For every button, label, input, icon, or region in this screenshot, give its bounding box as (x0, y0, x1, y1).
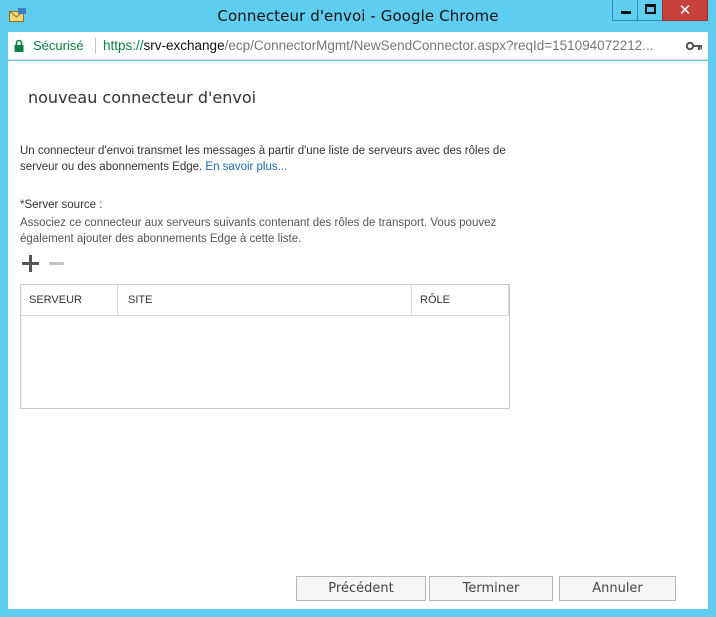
title-bar[interactable]: Connecteur d'envoi - Google Chrome ✕ (0, 0, 716, 32)
learn-more-link[interactable]: En savoir plus... (205, 161, 287, 173)
minus-icon (49, 255, 64, 272)
address-separator (95, 38, 96, 54)
column-header-role[interactable]: RÔLE (412, 285, 509, 315)
minimize-button[interactable] (612, 0, 638, 21)
page-title: nouveau connecteur d'envoi (28, 88, 257, 107)
column-header-serveur[interactable]: SERVEUR (21, 285, 118, 315)
url-path: /ecp/ConnectorMgmt/NewSendConnector.aspx… (224, 38, 654, 53)
previous-button[interactable]: Précédent (296, 576, 426, 601)
url-host: srv-exchange (143, 38, 225, 53)
window-title: Connecteur d'envoi - Google Chrome (217, 7, 499, 25)
secure-label[interactable]: Sécurisé (33, 38, 84, 53)
lock-icon (14, 39, 24, 52)
cancel-button[interactable]: Annuler (559, 576, 676, 601)
maximize-icon (645, 4, 656, 14)
close-button[interactable]: ✕ (662, 0, 708, 21)
key-icon[interactable] (686, 41, 702, 51)
browser-window: Connecteur d'envoi - Google Chrome ✕ Séc… (0, 0, 716, 617)
connector-description: Un connecteur d'envoi transmet les messa… (20, 143, 520, 175)
minimize-icon (621, 11, 631, 14)
grid-header: SERVEUR SITE RÔLE (21, 285, 509, 316)
grid-body[interactable] (21, 316, 509, 408)
source-server-label: *Server source : (20, 199, 103, 211)
finish-button[interactable]: Terminer (429, 576, 553, 601)
column-header-site[interactable]: SITE (118, 285, 412, 315)
plus-icon[interactable] (22, 255, 39, 272)
source-server-hint: Associez ce connecteur aux serveurs suiv… (20, 217, 497, 245)
maximize-button[interactable] (637, 0, 663, 21)
close-icon: ✕ (678, 1, 692, 19)
url-field[interactable]: https://srv-exchange/ecp/ConnectorMgmt/N… (103, 38, 678, 53)
page-content: nouveau connecteur d'envoi Un connecteur… (8, 61, 708, 609)
source-server-grid[interactable]: SERVEUR SITE RÔLE (20, 284, 510, 409)
address-bar[interactable]: Sécurisé https://srv-exchange/ecp/Connec… (8, 32, 708, 60)
url-scheme: https:// (103, 38, 144, 53)
